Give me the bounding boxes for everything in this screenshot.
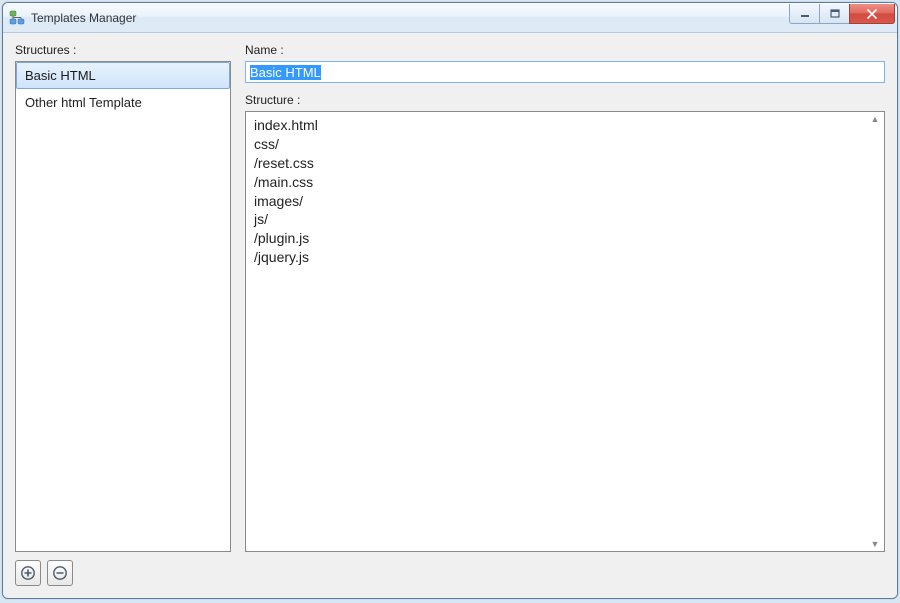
sidebar: Structures : Basic HTML Other html Templ… xyxy=(15,43,231,586)
remove-button[interactable] xyxy=(47,560,73,586)
list-item[interactable]: Basic HTML xyxy=(16,62,230,89)
name-row: Name : xyxy=(245,43,885,83)
name-label: Name : xyxy=(245,43,885,57)
name-input[interactable] xyxy=(245,61,885,83)
list-item[interactable]: Other html Template xyxy=(16,89,230,116)
maximize-button[interactable] xyxy=(819,4,849,24)
structure-textarea[interactable] xyxy=(246,112,884,551)
window-title: Templates Manager xyxy=(31,11,136,25)
add-button[interactable] xyxy=(15,560,41,586)
minimize-button[interactable] xyxy=(789,4,819,24)
minus-circle-icon xyxy=(52,565,68,581)
structures-label: Structures : xyxy=(15,43,231,57)
structure-textarea-wrap: ▲ ▼ xyxy=(245,111,885,552)
sidebar-buttons xyxy=(15,560,231,586)
main-panel: Name : Structure : ▲ ▼ xyxy=(245,43,885,586)
structures-listbox[interactable]: Basic HTML Other html Template xyxy=(15,61,231,552)
structure-area: Structure : ▲ ▼ xyxy=(245,93,885,552)
app-icon xyxy=(9,10,25,26)
content-area: Structures : Basic HTML Other html Templ… xyxy=(3,33,897,598)
app-window: Templates Manager Structures : Basic HTM… xyxy=(2,2,898,599)
window-controls xyxy=(789,4,895,24)
structure-label: Structure : xyxy=(245,93,885,107)
titlebar[interactable]: Templates Manager xyxy=(3,3,897,33)
close-button[interactable] xyxy=(849,4,895,24)
plus-circle-icon xyxy=(20,565,36,581)
